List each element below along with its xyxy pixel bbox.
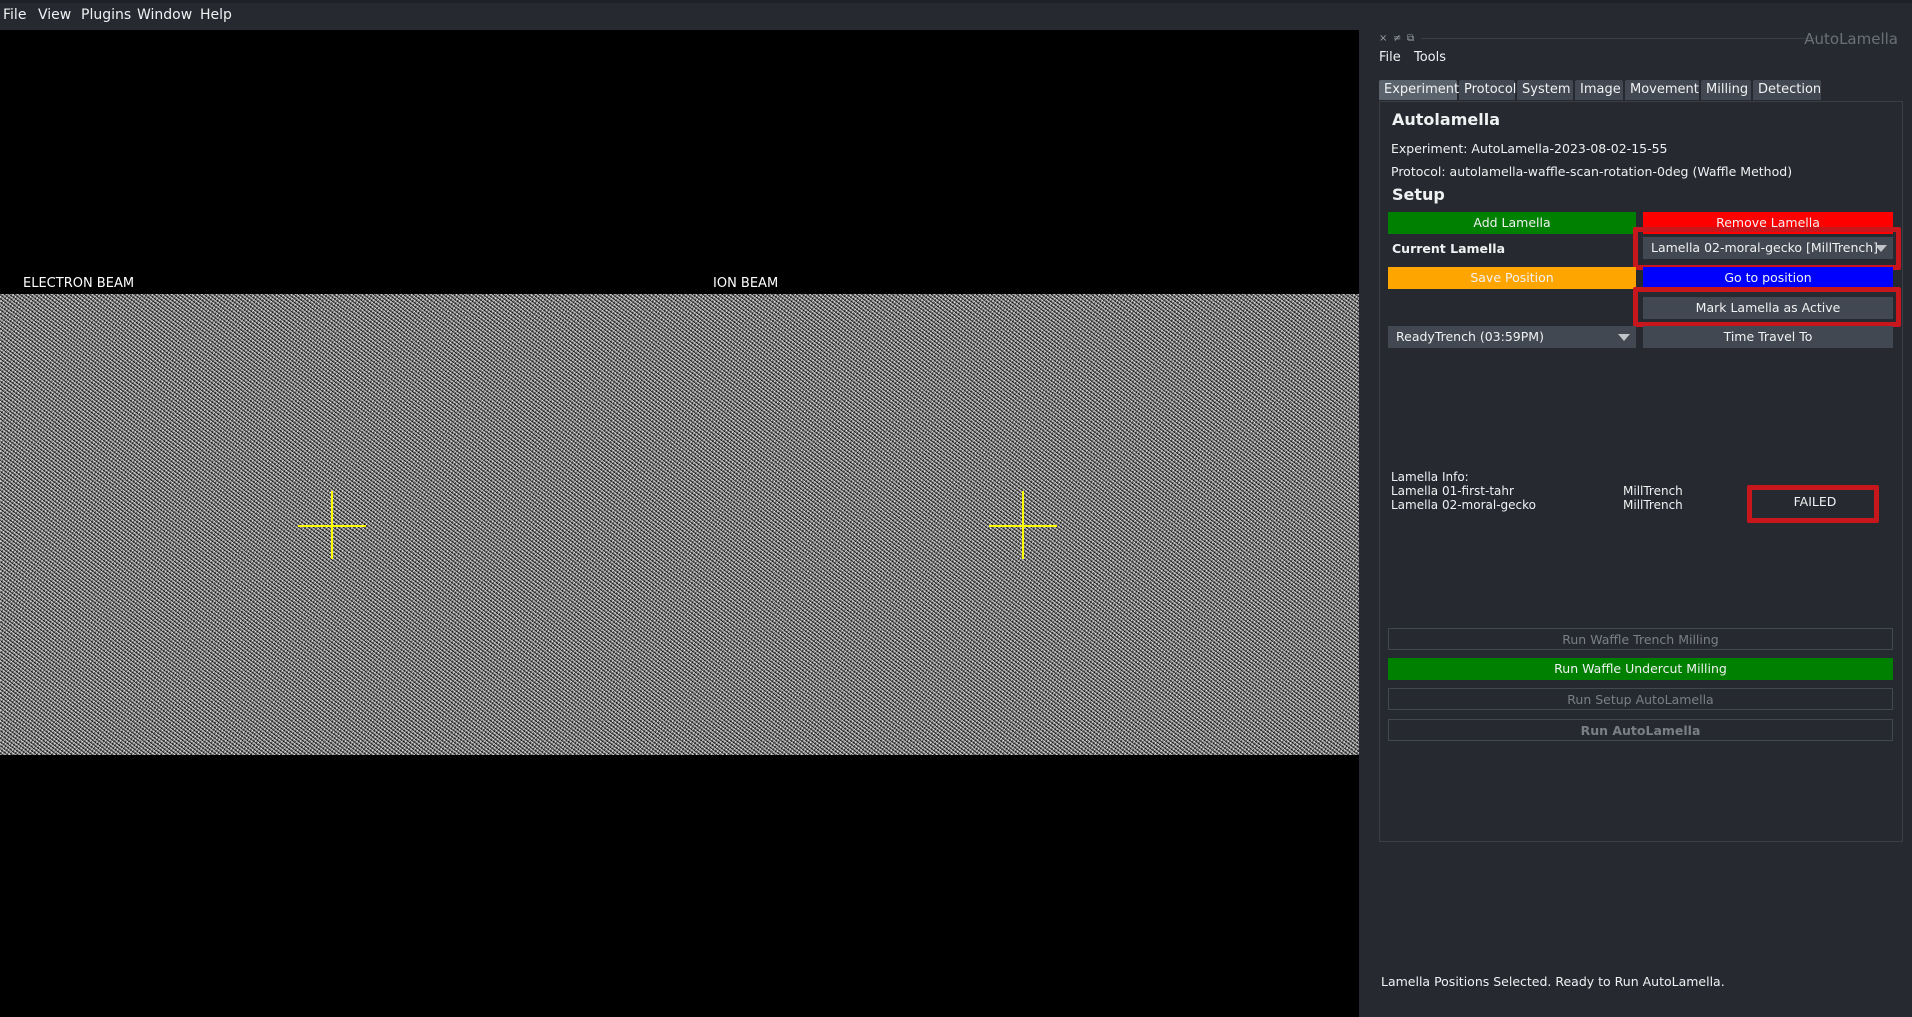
tab-experiment[interactable]: Experiment (1379, 80, 1459, 100)
autolamella-heading: Autolamella (1392, 110, 1500, 129)
electron-crosshair-vertical (331, 491, 333, 559)
experiment-panel: Autolamella Experiment: AutoLamella-2023… (1379, 101, 1903, 842)
close-icon[interactable]: × (1379, 33, 1387, 44)
current-lamella-label: Current Lamella (1392, 241, 1506, 256)
ion-beam-label: ION BEAM (713, 276, 779, 291)
lamella-row-name: Lamella 02-moral-gecko (1391, 498, 1536, 512)
protocol-name: Protocol: autolamella-waffle-scan-rotati… (1391, 164, 1793, 179)
chevron-down-icon (1618, 334, 1630, 341)
electron-beam-label: ELECTRON BEAM (23, 276, 135, 291)
tab-detection[interactable]: Detection (1753, 80, 1821, 100)
main-menubar: File View Plugins Window Help (0, 0, 1912, 30)
run-waffle-undercut-button[interactable]: Run Waffle Undercut Milling (1388, 658, 1893, 680)
menu-help[interactable]: Help (200, 7, 232, 23)
menu-file[interactable]: File (3, 7, 26, 23)
run-waffle-trench-button[interactable]: Run Waffle Trench Milling (1388, 628, 1893, 650)
menu-view[interactable]: View (38, 7, 71, 23)
go-to-position-button[interactable]: Go to position (1643, 267, 1893, 289)
time-travel-button[interactable]: Time Travel To (1643, 326, 1893, 348)
run-setup-autolamella-button[interactable]: Run Setup AutoLamella (1388, 688, 1893, 710)
autolamella-dock: × ≠ ⧉ AutoLamella File Tools Experiment … (1359, 30, 1912, 1017)
dock-title-divider (1421, 38, 1816, 39)
menu-window[interactable]: Window (137, 7, 192, 23)
lamella-row-state: MillTrench (1623, 498, 1683, 512)
run-autolamella-button[interactable]: Run AutoLamella (1388, 719, 1893, 741)
ion-crosshair-vertical (1022, 491, 1024, 559)
highlight-mark-active (1633, 287, 1901, 327)
tab-protocol[interactable]: Protocol (1459, 80, 1516, 100)
lamella-row-name: Lamella 01-first-tahr (1391, 484, 1514, 498)
tab-milling[interactable]: Milling (1701, 80, 1751, 100)
menu-plugins[interactable]: Plugins (81, 7, 131, 23)
tab-system[interactable]: System (1517, 80, 1573, 100)
highlight-current-lamella (1633, 227, 1901, 270)
tab-image[interactable]: Image (1575, 80, 1623, 100)
add-lamella-button[interactable]: Add Lamella (1388, 212, 1636, 234)
beam-images[interactable] (0, 294, 1359, 755)
lamella-row-state: MillTrench (1623, 484, 1683, 498)
experiment-name: Experiment: AutoLamella-2023-08-02-15-55 (1391, 141, 1668, 156)
highlight-failed-status (1747, 485, 1879, 523)
tab-movement[interactable]: Movement (1625, 80, 1699, 100)
dock-menu-file[interactable]: File (1379, 50, 1401, 65)
setup-heading: Setup (1392, 185, 1445, 204)
dock-title: AutoLamella (1804, 30, 1898, 48)
status-message: Lamella Positions Selected. Ready to Run… (1381, 974, 1725, 989)
float-icon[interactable]: ≠ (1393, 33, 1401, 44)
save-position-button[interactable]: Save Position (1388, 267, 1636, 289)
state-select[interactable]: ReadyTrench (03:59PM) (1388, 326, 1636, 348)
lamella-info-label: Lamella Info: (1391, 470, 1469, 484)
dock-menu-tools[interactable]: Tools (1414, 50, 1446, 65)
restore-icon[interactable]: ⧉ (1407, 33, 1414, 44)
state-value: ReadyTrench (03:59PM) (1396, 329, 1544, 344)
